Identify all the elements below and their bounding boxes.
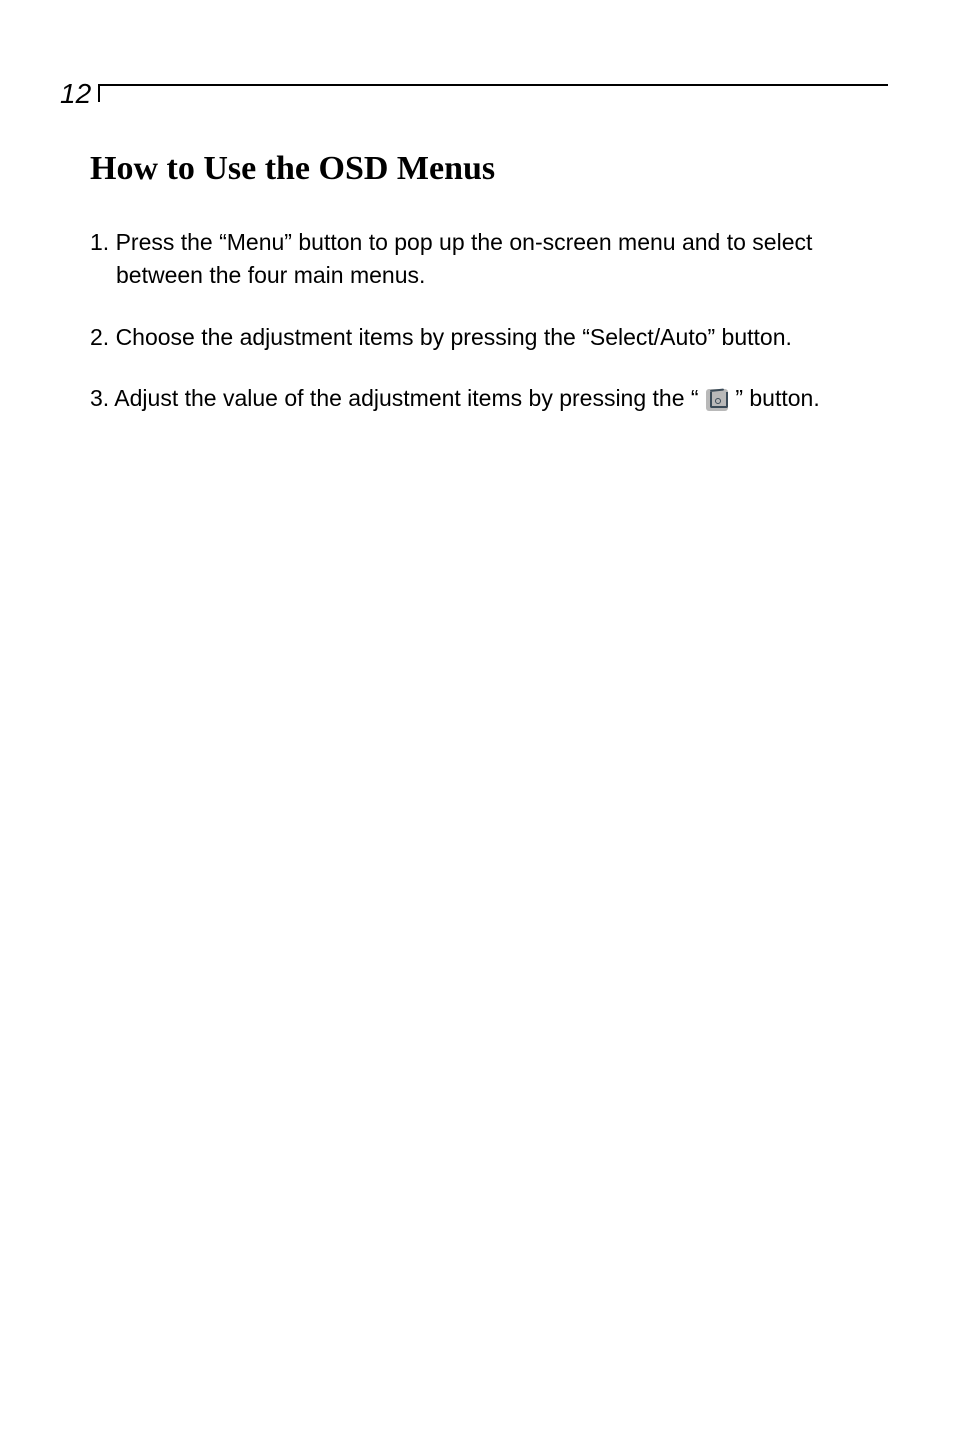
header-rule <box>98 84 888 86</box>
step-3-line: 3. Adjust the value of the adjustment it… <box>90 382 890 415</box>
step-3-prefix: 3. Adjust the value of the adjustment it… <box>90 385 699 411</box>
step-3: 3. Adjust the value of the adjustment it… <box>90 382 890 415</box>
step-1-line-2: between the four main menus. <box>90 259 890 292</box>
content-area: How to Use the OSD Menus 1. Press the “M… <box>90 150 890 443</box>
step-3-suffix: ” button. <box>735 385 819 411</box>
step-1: 1. Press the “Menu” button to pop up the… <box>90 226 890 293</box>
step-2: 2. Choose the adjustment items by pressi… <box>90 321 890 354</box>
step-2-text: 2. Choose the adjustment items by pressi… <box>90 321 890 354</box>
step-1-line-1: 1. Press the “Menu” button to pop up the… <box>90 226 890 259</box>
page-number: 12 <box>60 78 91 110</box>
adjust-button-icon <box>706 389 728 411</box>
page-title: How to Use the OSD Menus <box>90 150 890 188</box>
header-tick <box>98 84 100 102</box>
